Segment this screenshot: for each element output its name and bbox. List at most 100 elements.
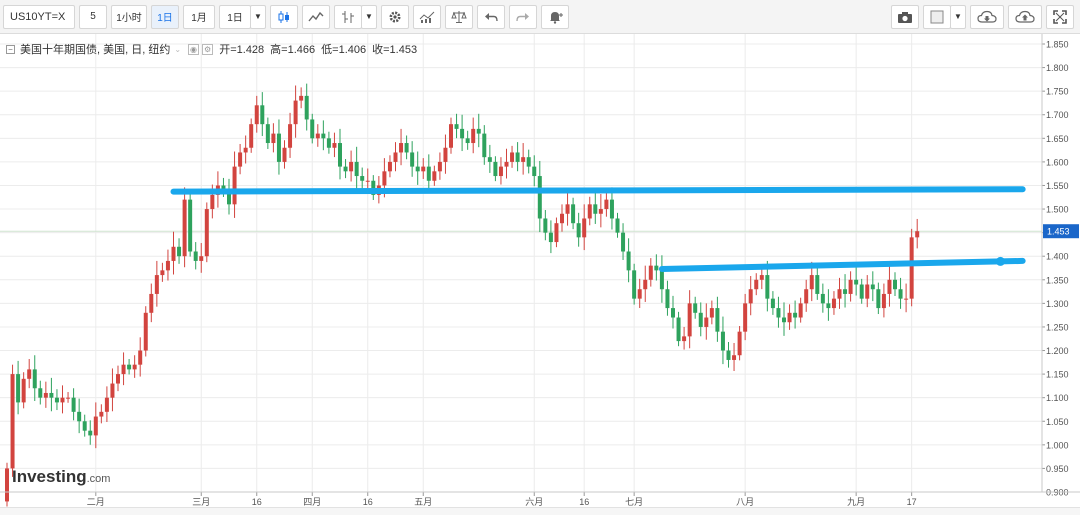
bars-button[interactable]	[334, 4, 362, 29]
candle-body	[887, 279, 892, 294]
candle-body	[232, 166, 237, 205]
chevron-down-icon: ▼	[254, 12, 262, 21]
layout-dropdown-button[interactable]: ▼	[950, 4, 966, 29]
candle-body	[621, 232, 626, 252]
candle-body	[304, 95, 309, 120]
settings-button[interactable]	[381, 4, 409, 29]
y-tick-label: 1.050	[1046, 417, 1069, 427]
undo-button[interactable]	[477, 4, 505, 29]
candle-body	[143, 312, 148, 351]
interval-1mo-label: 1月	[191, 13, 207, 24]
line-chart-icon	[308, 11, 324, 21]
redo-button[interactable]	[509, 4, 537, 29]
line-chart-button[interactable]	[302, 4, 330, 29]
symbol-text: US10YT=X	[10, 10, 66, 23]
legend-settings-icon[interactable]: ⚙	[202, 43, 214, 55]
candle-body	[782, 317, 786, 323]
x-tick-label: 四月	[303, 497, 321, 507]
undo-icon	[485, 12, 498, 21]
interval-5m-button[interactable]: 5	[79, 4, 107, 29]
candle-body	[393, 152, 398, 162]
candle-body	[54, 397, 59, 403]
candle-body	[154, 275, 159, 294]
interval-select[interactable]: 1日	[219, 4, 251, 29]
candle-body	[576, 223, 581, 238]
candle-body	[654, 265, 659, 271]
candle-body	[204, 209, 209, 257]
candle-body	[321, 133, 326, 139]
price-chart[interactable]: 0.9000.9501.0001.0501.1001.1501.2001.250…	[0, 34, 1080, 507]
logo-name: Investing	[12, 467, 87, 486]
y-tick-label: 1.000	[1046, 440, 1069, 450]
y-tick-label: 1.750	[1046, 87, 1069, 97]
y-tick-label: 1.350	[1046, 275, 1069, 285]
candle-body	[776, 308, 781, 318]
cloud-upload-button[interactable]	[1008, 4, 1042, 29]
candle-body	[276, 133, 281, 162]
chart-type-dropdown-button[interactable]: ▼	[361, 4, 377, 29]
y-tick-label: 1.500	[1046, 205, 1069, 215]
candle-body	[49, 392, 54, 398]
collapse-legend-icon[interactable]: −	[6, 44, 15, 54]
candle-body	[498, 166, 503, 177]
candle-body	[338, 143, 342, 167]
candle-body	[132, 364, 137, 370]
candle-body	[659, 270, 664, 290]
candle-body	[82, 421, 87, 431]
layout-button[interactable]	[923, 4, 951, 29]
gear-icon	[389, 11, 401, 22]
y-tick-label: 1.600	[1046, 157, 1069, 167]
candle-body	[820, 293, 825, 304]
interval-1d-button[interactable]: 1日	[151, 4, 179, 29]
legend-options-icon[interactable]: ⌄	[174, 45, 181, 54]
studies-button[interactable]	[413, 4, 441, 29]
candle	[204, 202, 209, 263]
candle-body	[698, 312, 703, 327]
candle-body	[870, 284, 875, 290]
candle-body	[671, 308, 675, 318]
candle-body	[598, 209, 603, 214]
close-value: 1.453	[389, 44, 418, 56]
candle-body	[360, 176, 365, 181]
scale-icon	[451, 10, 467, 23]
time-scroll-strip[interactable]	[0, 507, 1080, 515]
candle-body	[449, 124, 453, 148]
candle-body	[881, 293, 886, 309]
candle-body	[682, 336, 687, 342]
candle-body	[715, 308, 720, 332]
interval-1mo-button[interactable]: 1月	[183, 4, 215, 29]
candle-body	[582, 218, 587, 238]
candle-body	[38, 388, 43, 398]
candle	[10, 364, 15, 477]
fullscreen-button[interactable]	[1046, 4, 1074, 29]
legend-open: 开=1.428	[219, 41, 264, 57]
candle-body	[859, 284, 864, 299]
candle-body	[127, 364, 132, 370]
interval-1h-button[interactable]: 1小时	[111, 4, 147, 29]
x-tick-label: 二月	[87, 497, 105, 507]
alert-button[interactable]	[541, 4, 569, 29]
y-tick-label: 1.550	[1046, 181, 1069, 191]
interval-dropdown-button[interactable]: ▼	[250, 4, 266, 29]
chart-legend: − 美国十年期国债, 美国, 日, 纽约 ⌄ ◉ ⚙ 开=1.428 高=1.4…	[6, 41, 417, 57]
candle-body	[260, 105, 265, 125]
legend-visibility-icon[interactable]: ◉	[188, 43, 200, 55]
symbol-input[interactable]: US10YT=X	[3, 4, 75, 29]
candle-body	[454, 124, 459, 129]
high-value: 1.466	[287, 44, 316, 56]
candle-body	[310, 119, 315, 139]
compare-button[interactable]	[445, 4, 473, 29]
candle-body	[543, 218, 548, 233]
cloud-download-button[interactable]	[970, 4, 1004, 29]
screenshot-button[interactable]	[891, 4, 919, 29]
candle-body	[843, 289, 848, 294]
candle-body	[326, 138, 331, 148]
candlestick-button[interactable]	[270, 4, 298, 29]
y-tick-label: 1.800	[1046, 63, 1069, 73]
candle-body	[615, 218, 620, 233]
candle-body	[432, 171, 437, 181]
candle-body	[765, 275, 770, 299]
candle-body	[104, 397, 109, 412]
indicators-icon	[342, 10, 354, 23]
candle-body	[876, 289, 881, 309]
